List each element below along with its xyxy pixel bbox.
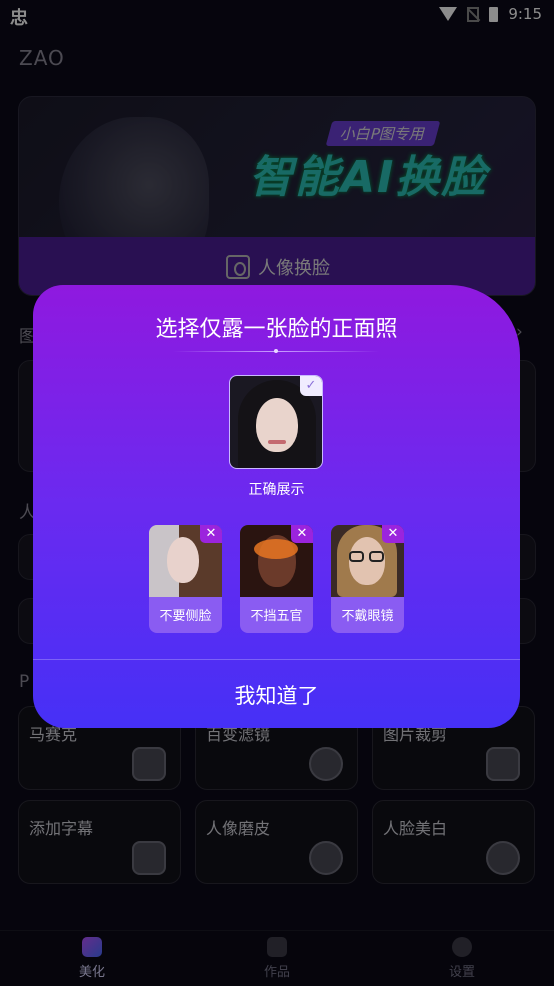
correct-example-photo: ✓ bbox=[229, 375, 323, 469]
confirm-button[interactable]: 我知道了 bbox=[33, 661, 520, 728]
lips-shape bbox=[268, 440, 286, 444]
close-icon: ✕ bbox=[200, 525, 222, 543]
close-icon: ✕ bbox=[382, 525, 404, 543]
fire-overlay bbox=[254, 539, 298, 559]
bad-example-label: 不戴眼镜 bbox=[341, 609, 394, 624]
dialog-title: 选择仅露一张脸的正面照 bbox=[155, 317, 398, 342]
close-icon: ✕ bbox=[291, 525, 313, 543]
bad-example-side-face: ✕ 不要侧脸 bbox=[149, 525, 222, 633]
dialog-divider bbox=[33, 659, 520, 660]
bad-example-covered-face: ✕ 不挡五官 bbox=[240, 525, 313, 633]
title-dot bbox=[274, 349, 278, 353]
check-icon: ✓ bbox=[300, 376, 322, 396]
correct-example-caption: 正确展示 bbox=[248, 482, 305, 498]
bad-example-glasses: ✕ 不戴眼镜 bbox=[331, 525, 404, 633]
face-shape bbox=[167, 537, 199, 583]
bad-example-label: 不挡五官 bbox=[250, 609, 303, 624]
photo-guide-dialog: 选择仅露一张脸的正面照 ✓ 正确展示 ✕ 不要侧脸 ✕ 不挡五官 ✕ 不戴眼镜 … bbox=[33, 285, 520, 728]
glasses-right-lens bbox=[369, 551, 384, 562]
bad-example-label: 不要侧脸 bbox=[159, 609, 212, 624]
glasses-left-lens bbox=[349, 551, 364, 562]
